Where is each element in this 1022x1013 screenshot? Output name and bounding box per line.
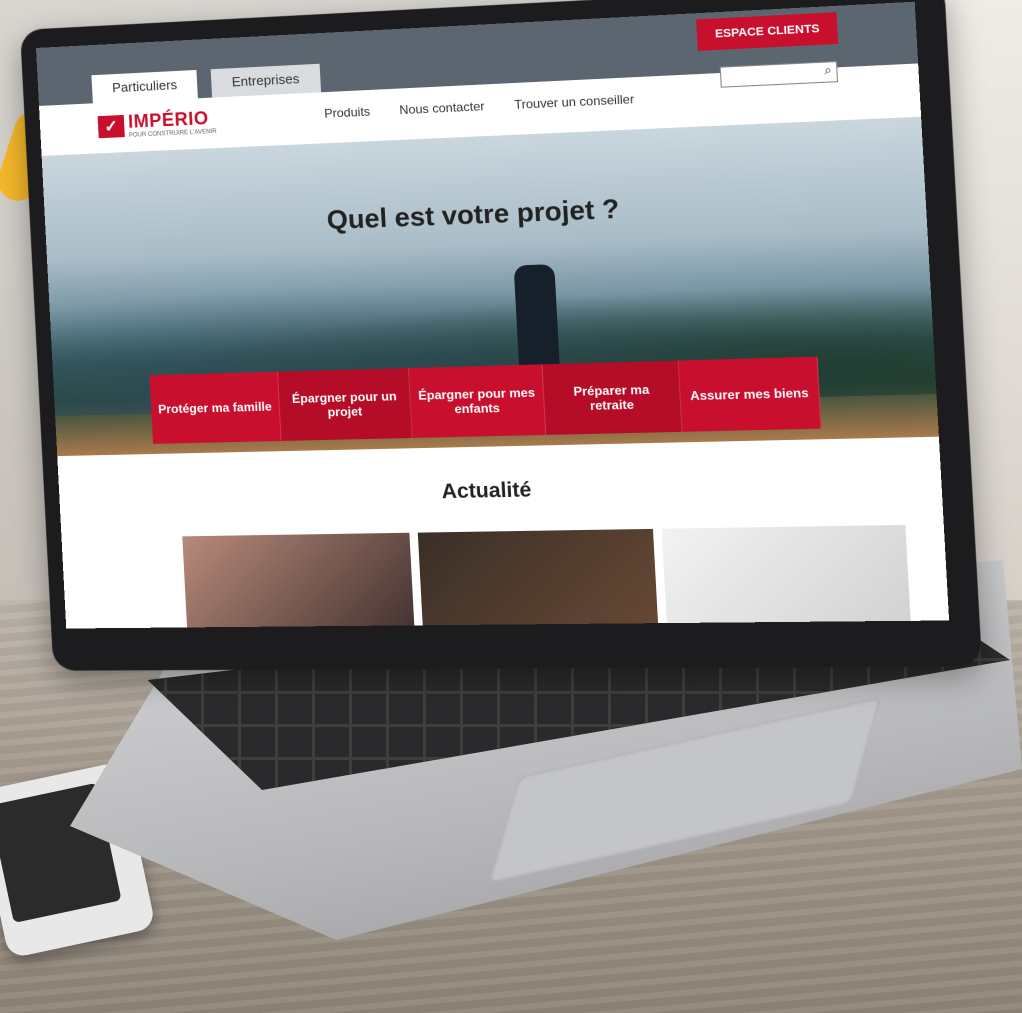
logo-check-icon: ✓ (97, 114, 125, 138)
project-epargner-enfants[interactable]: Épargner pour mes enfants (408, 364, 547, 438)
news-card-bag[interactable] (182, 532, 416, 629)
hero-title: Quel est votre projet ? (326, 192, 621, 236)
nav-trouver-conseiller[interactable]: Trouver un conseiller (514, 92, 635, 112)
website-screen: Particuliers Entreprises ESPACE CLIENTS … (36, 1, 950, 629)
person-silhouette (513, 264, 560, 372)
nav-nous-contacter[interactable]: Nous contacter (399, 99, 485, 117)
project-epargner-projet[interactable]: Épargner pour un projet (277, 368, 413, 441)
news-cards (182, 524, 913, 629)
search-icon[interactable]: ⌕ (824, 62, 832, 78)
logo[interactable]: ✓ IMPÉRIO POUR CONSTRUIRE L'AVENIR (97, 108, 217, 141)
main-nav: Produits Nous contacter Trouver un conse… (324, 92, 635, 121)
news-card-architecture[interactable] (661, 524, 913, 629)
project-assurer-biens[interactable]: Assurer mes biens (678, 356, 822, 432)
espace-clients-button[interactable]: ESPACE CLIENTS (696, 12, 839, 51)
news-title: Actualité (441, 478, 532, 504)
news-card-library[interactable] (417, 528, 660, 629)
search-input[interactable]: ⌕ (719, 60, 839, 88)
nav-produits[interactable]: Produits (324, 104, 371, 120)
project-preparer-retraite[interactable]: Préparer ma retraite (542, 360, 683, 435)
project-proteger-famille[interactable]: Protéger ma famille (149, 371, 282, 444)
